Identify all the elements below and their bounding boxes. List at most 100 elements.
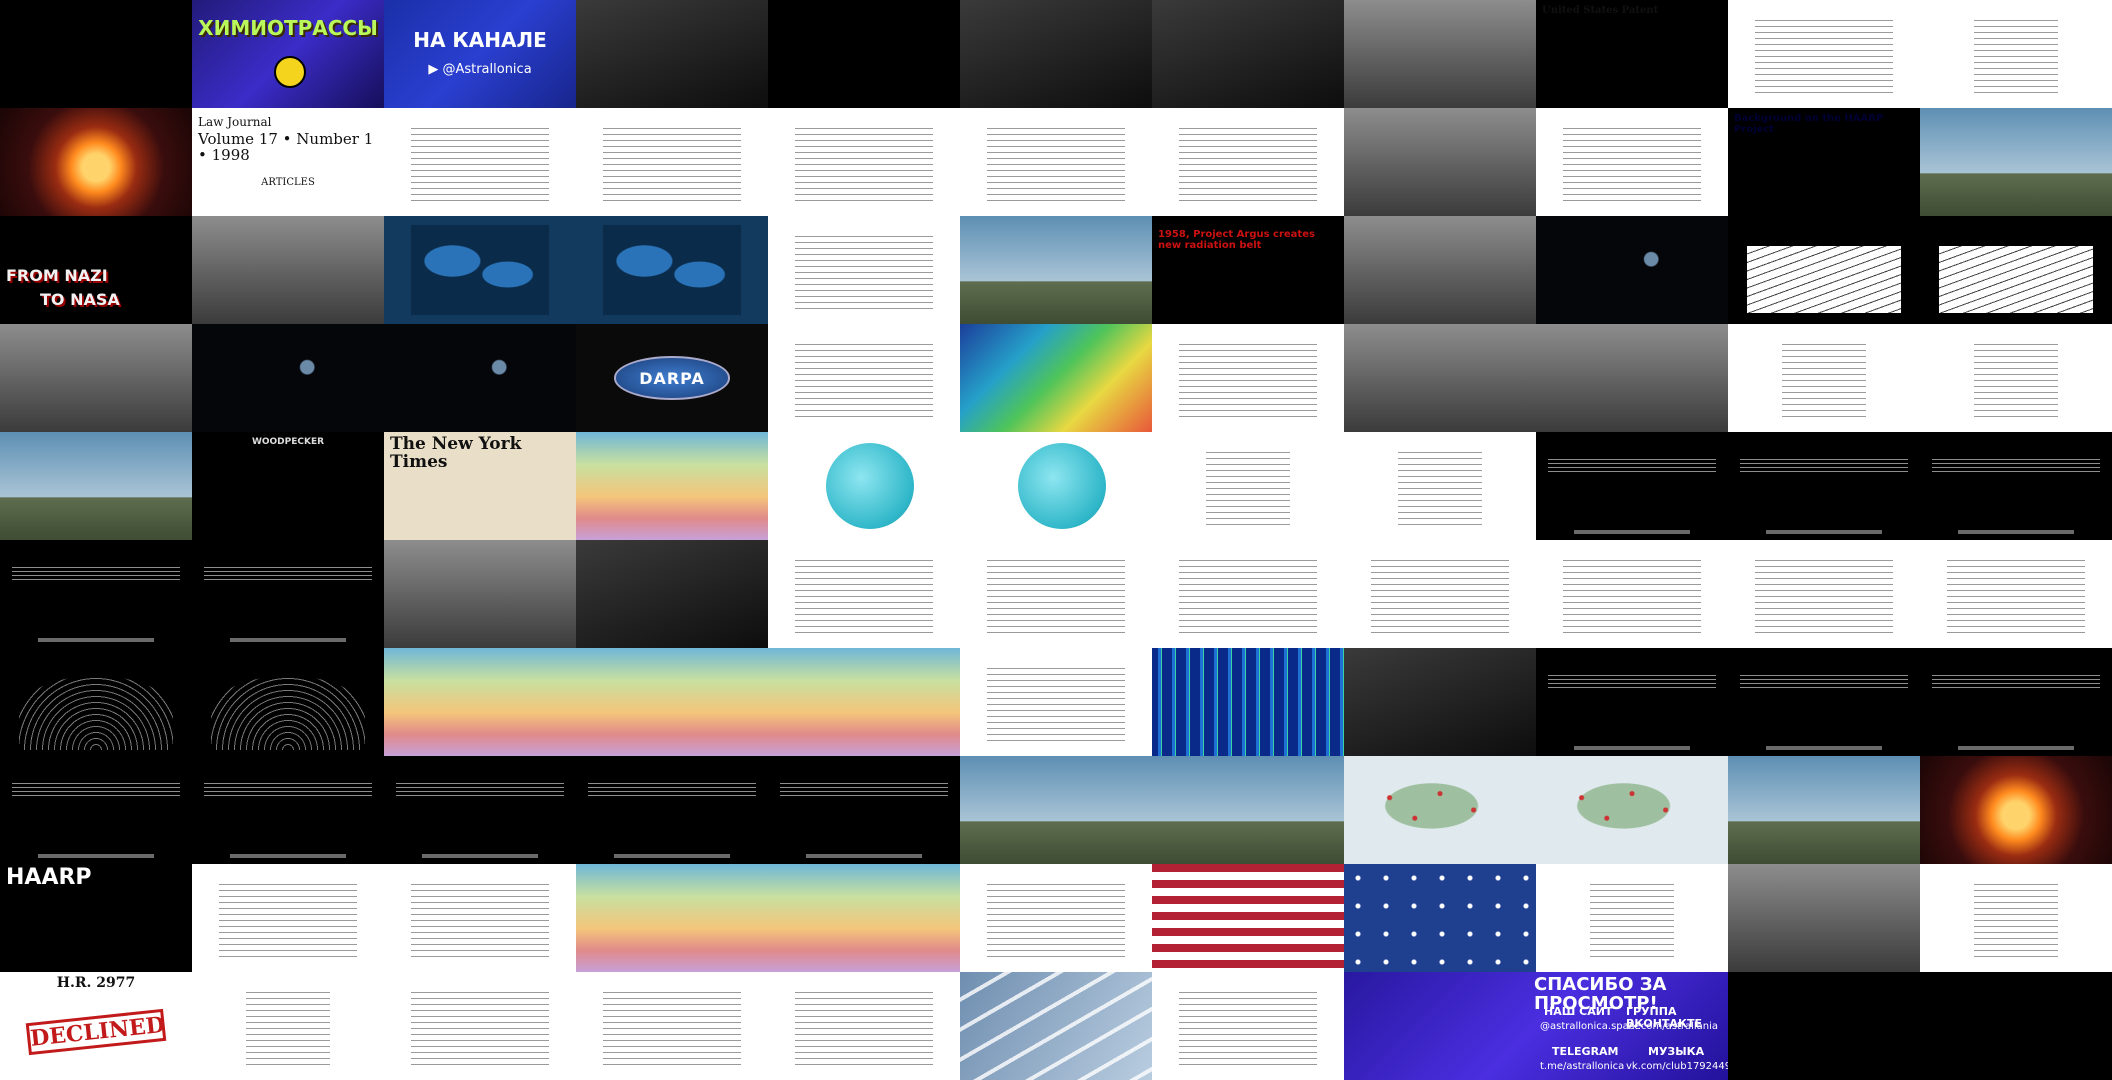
thumbnail-tile[interactable]: 1958, Project Argus creates new radiatio…: [1152, 216, 1344, 324]
thumbnail-tile[interactable]: [1920, 108, 2112, 216]
thumbnail-tile[interactable]: [1344, 756, 1536, 864]
thumbnail-tile[interactable]: DARPA: [576, 324, 768, 432]
thumbnail-tile[interactable]: [0, 108, 192, 216]
thumbnail-tile[interactable]: [576, 0, 768, 108]
thumbnail-tile[interactable]: [960, 0, 1152, 108]
thumbnail-tile[interactable]: [1728, 756, 1920, 864]
thumbnail-tile[interactable]: [384, 756, 576, 864]
thumbnail-tile[interactable]: [192, 540, 384, 648]
thumbnail-tile[interactable]: [1728, 0, 1920, 108]
thumbnail-tile[interactable]: [1152, 864, 1344, 972]
thumbnail-tile[interactable]: [0, 0, 192, 108]
thumbnail-tile[interactable]: [0, 756, 192, 864]
thumbnail-tile[interactable]: [192, 972, 384, 1080]
thumbnail-tile[interactable]: [1920, 648, 2112, 756]
thumbnail-tile[interactable]: [1152, 432, 1344, 540]
thumbnail-tile[interactable]: (2 x 5000 Megawatts Output): [1920, 216, 2112, 324]
thumbnail-tile[interactable]: [192, 324, 384, 432]
thumbnail-tile[interactable]: [960, 756, 1152, 864]
thumbnail-tile[interactable]: [960, 108, 1152, 216]
thumbnail-tile[interactable]: [768, 972, 960, 1080]
thumbnail-tile[interactable]: [960, 216, 1152, 324]
thumbnail-tile[interactable]: [1728, 432, 1920, 540]
thumbnail-tile[interactable]: [384, 540, 576, 648]
thumbnail-tile[interactable]: [1536, 648, 1728, 756]
thumbnail-tile[interactable]: [384, 864, 576, 972]
thumbnail-tile[interactable]: [0, 432, 192, 540]
thumbnail-tile[interactable]: H.R. 2977 DECLINED: [0, 972, 192, 1080]
thumbnail-tile[interactable]: [768, 0, 960, 108]
thumbnail-tile[interactable]: [1344, 540, 1536, 648]
thumbnail-tile[interactable]: [1536, 108, 1728, 216]
thumbnail-tile[interactable]: [576, 972, 768, 1080]
thumbnail-tile[interactable]: [1152, 108, 1344, 216]
thumbnail-tile[interactable]: [1728, 864, 1920, 972]
thumbnail-tile[interactable]: [1920, 0, 2112, 108]
thumbnail-tile[interactable]: [1536, 324, 1728, 432]
thumbnail-tile[interactable]: [1728, 324, 1920, 432]
thumbnail-tile[interactable]: [768, 756, 960, 864]
thumbnail-tile[interactable]: [576, 108, 768, 216]
thumbnail-tile[interactable]: [192, 756, 384, 864]
thumbnail-tile[interactable]: [768, 324, 960, 432]
thumbnail-tile[interactable]: [1152, 0, 1344, 108]
thumbnail-tile[interactable]: United States Patent: [1536, 0, 1728, 108]
thumbnail-tile[interactable]: [1728, 648, 1920, 756]
thumbnail-tile[interactable]: [768, 540, 960, 648]
thumbnail-tile[interactable]: [1920, 432, 2112, 540]
thumbnail-tile[interactable]: [1536, 216, 1728, 324]
thumbnail-tile[interactable]: [768, 648, 960, 756]
thumbnail-tile[interactable]: [1536, 756, 1728, 864]
thumbnail-tile[interactable]: Background on the HAARP Project: [1728, 108, 1920, 216]
thumbnail-tile[interactable]: [384, 108, 576, 216]
thumbnail-tile[interactable]: A Typical SPS Configuration: [1728, 216, 1920, 324]
thumbnail-tile[interactable]: [960, 648, 1152, 756]
thumbnail-tile[interactable]: [768, 432, 960, 540]
thumbnail-tile[interactable]: НА КАНАЛЕ ▶ @Astrallonica: [384, 0, 576, 108]
thumbnail-tile[interactable]: [1344, 324, 1536, 432]
thumbnail-tile[interactable]: [192, 864, 384, 972]
thumbnail-tile[interactable]: [384, 648, 576, 756]
thumbnail-tile[interactable]: [1152, 972, 1344, 1080]
thumbnail-tile[interactable]: [960, 324, 1152, 432]
thumbnail-tile[interactable]: [576, 756, 768, 864]
thumbnail-tile[interactable]: [0, 324, 192, 432]
thumbnail-tile[interactable]: [1536, 432, 1728, 540]
thumbnail-tile[interactable]: [192, 216, 384, 324]
thumbnail-tile[interactable]: [1344, 0, 1536, 108]
thumbnail-tile[interactable]: [1344, 216, 1536, 324]
thumbnail-tile[interactable]: [1152, 648, 1344, 756]
thumbnail-tile[interactable]: [960, 540, 1152, 648]
thumbnail-tile[interactable]: ХИМИОТРАССЫ: [192, 0, 384, 108]
thumbnail-tile[interactable]: [960, 864, 1152, 972]
thumbnail-tile[interactable]: WOODPECKER: [192, 432, 384, 540]
music-link[interactable]: vk.com/club179244970: [1626, 1061, 1728, 1073]
thumbnail-tile[interactable]: [384, 324, 576, 432]
thumbnail-tile[interactable]: [1152, 540, 1344, 648]
thumbnail-tile[interactable]: 8 isotropic antennas: [192, 648, 384, 756]
vk-link[interactable]: vk.com/astrallania: [1626, 1021, 1722, 1033]
thumbnail-tile[interactable]: 8 isotropic antennas: [0, 648, 192, 756]
thumbnail-tile[interactable]: [1536, 864, 1728, 972]
thumbnail-tile[interactable]: Law Journal Volume 17 • Number 1 • 1998 AR…: [192, 108, 384, 216]
thumbnail-tile[interactable]: [1344, 648, 1536, 756]
thumbnail-tile[interactable]: [1344, 432, 1536, 540]
thumbnail-tile[interactable]: [960, 972, 1152, 1080]
thumbnail-tile[interactable]: [1920, 864, 2112, 972]
thumbnail-tile[interactable]: [768, 864, 960, 972]
thumbnail-tile[interactable]: FROM NAZI TO NASA: [0, 216, 192, 324]
thumbnail-tile[interactable]: [576, 432, 768, 540]
thumbnail-tile[interactable]: The New York Times: [384, 432, 576, 540]
thumbnail-tile[interactable]: [1728, 540, 1920, 648]
thumbnail-tile[interactable]: [768, 216, 960, 324]
thumbnail-tile[interactable]: [1920, 540, 2112, 648]
thumbnail-tile[interactable]: [576, 216, 768, 324]
thumbnail-tile[interactable]: [384, 972, 576, 1080]
thumbnail-tile[interactable]: [1536, 540, 1728, 648]
thumbnail-tile[interactable]: [576, 540, 768, 648]
thumbnail-tile[interactable]: [0, 540, 192, 648]
thumbnail-tile[interactable]: HAARP: [0, 864, 192, 972]
thumbnail-tile[interactable]: [576, 864, 768, 972]
thumbnail-tile[interactable]: [1152, 756, 1344, 864]
thumbnail-tile[interactable]: [1152, 324, 1344, 432]
